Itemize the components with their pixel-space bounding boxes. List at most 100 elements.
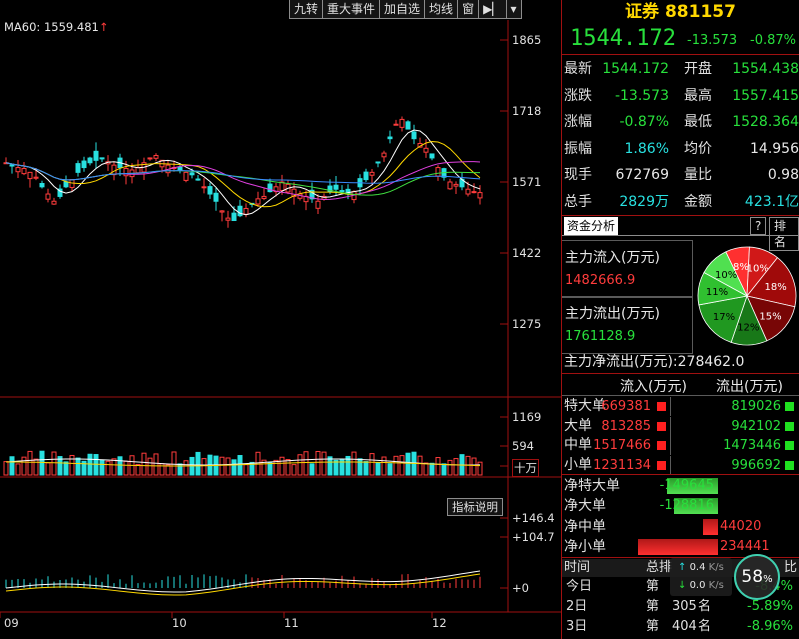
arrow-right-icon[interactable]: ▶▏ [478,0,507,19]
net-monitor-ball[interactable]: 58% [734,554,780,600]
kline-chart-svg[interactable] [0,0,561,639]
volume-bar [351,451,357,476]
volume-bar [243,464,249,476]
volume-bar [477,461,483,476]
rank-prefix: 第 [646,599,660,614]
quote-label: 最新 [564,61,592,77]
volume-bar [273,459,279,476]
candle-body [99,157,105,160]
volume-bar [45,462,51,476]
rank-prefix: 第 [646,579,660,594]
quote-label: 金额 [684,193,712,210]
flow-in-value: 813285 [601,418,651,434]
candle-body [255,198,261,205]
candle-body [231,212,237,222]
flow-label: 小单 [564,456,592,473]
flow-out-value: 942102 [731,418,781,434]
candle-body [33,176,39,179]
help-button[interactable]: ? [750,217,767,235]
rank-row: 2日 第 305 名 -5.89% [562,598,799,616]
y-tick-label: 1865 [512,33,542,47]
toolbar-jiuzhuan-button[interactable]: 九转 [289,0,324,19]
chevron-down-icon[interactable]: ▾ [505,0,522,19]
quote-value: 672769 [615,167,669,183]
rank-header-ratio: 比 [784,560,798,575]
toolbar-window-button[interactable]: 窗 [457,0,480,19]
inflow-value: 1482666.9 [565,273,636,288]
volume-bar [393,455,399,476]
volume-bar [27,450,33,476]
candle-body [75,163,81,173]
candle-body [177,166,183,171]
rank-header-total: 总排 [646,560,673,575]
y-tick-label: 1275 [512,317,542,331]
outflow-color-marker [785,421,794,431]
volume-bar [279,456,285,476]
candle-body [207,186,213,195]
toolbar-add-watchlist-button[interactable]: 加自选 [379,0,426,19]
x-tick-label: 11 [284,616,299,630]
volume-bar [381,456,387,476]
quote-label: 总手 [564,193,592,210]
toolbar-ma-button[interactable]: 均线 [424,0,459,19]
quote-value: 423.1亿 [744,193,799,210]
volume-bar [93,454,99,476]
net-flow-row: 净小单 234441 [562,537,799,557]
outflow-value: 1761128.9 [565,329,636,344]
candle-body [339,190,345,193]
rank-period: 2日 [566,599,588,614]
toolbar-major-events-button[interactable]: 重大事件 [322,0,381,19]
quote-row: 总手 2829万 金额 423.1亿 [564,189,799,215]
net-flow-label: 净大单 [564,498,606,515]
candle-body [423,147,429,153]
candle-body [429,153,435,159]
outflow-color-marker [785,460,794,470]
volume-bar [75,457,81,476]
volume-bar [105,460,111,476]
candle-body [153,155,159,159]
candle-body [393,123,399,126]
candle-body [111,164,117,176]
kline-chart-area[interactable]: MA60: 1559.481↑ 九转 重大事件 加自选 均线 窗 ▶▏ ▾ 18… [0,0,561,639]
quote-label: 量比 [684,167,712,183]
candle-body [405,121,411,130]
flow-out-value: 996692 [731,457,781,473]
flow-label: 中单 [564,437,592,453]
volume-bar [219,456,225,476]
indicator-tick-label: +0 [512,581,529,595]
volume-bar [285,459,291,476]
volume-bar [141,452,147,476]
rank-number: 305 [672,599,697,614]
rank-period: 今日 [566,579,593,594]
flow-header-in: 流入(万元) [620,379,687,395]
net-flow-label: 净小单 [564,538,606,555]
quote-value: 1554.438 [732,61,799,77]
indicator-help-button[interactable]: 指标说明 [447,498,503,516]
candle-body [15,167,21,173]
volume-bar [363,461,369,476]
volume-bar [309,463,315,476]
quote-value: 2829万 [619,193,669,210]
net-flow-value: -149645 [659,478,714,493]
volume-bar [51,451,57,476]
flow-row: 特大单 669381 819026 [564,397,799,416]
candle-body [435,167,441,177]
volume-bar [33,458,39,476]
latest-price: 1544.172 [570,26,676,51]
y-tick-label: 1571 [512,175,542,189]
ma60-legend: MA60: 1559.481↑ [4,20,108,34]
volume-bar [21,456,27,476]
flow-label: 特大单 [564,398,606,414]
net-flow-label: 净特大单 [564,478,620,494]
fund-analysis-tab[interactable]: 资金分析 [564,217,619,235]
volume-bar [147,457,153,476]
net-flow-row: 净大单 -128816 [562,496,799,516]
volume-bar [453,458,459,476]
volume-unit-label: 十万 [512,459,539,477]
net-flow-row: 净特大单 -149645 [562,476,799,496]
volume-bar [369,453,375,476]
y-tick-label: 1718 [512,104,542,118]
net-flow-bar [703,518,718,535]
quote-label: 振幅 [564,140,592,157]
rank-suffix: 名 [698,599,712,614]
